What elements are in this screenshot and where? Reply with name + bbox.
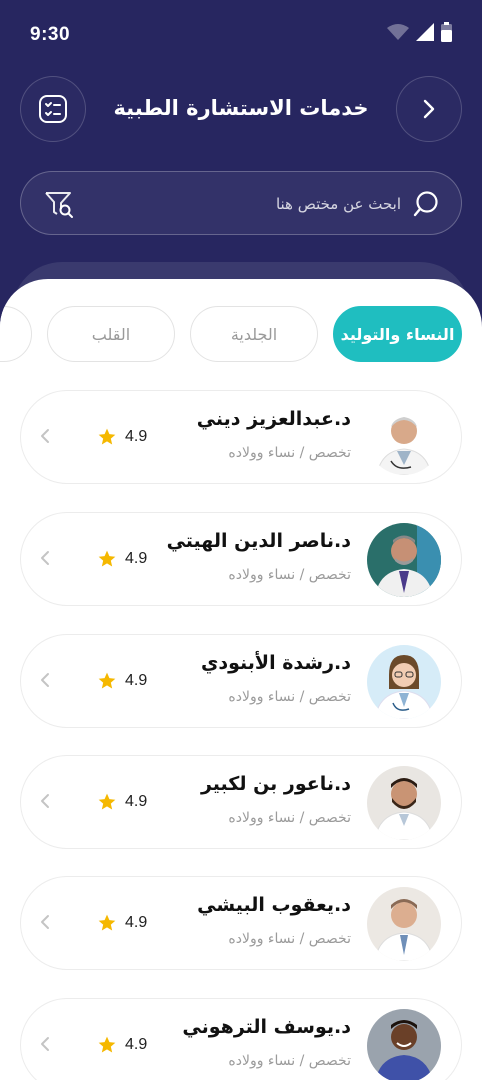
doctor-specialty: تخصص / نساء وولاده [228, 931, 351, 947]
doctor-card[interactable]: د.ناعور بن لكبير تخصص / نساء وولاده 4.9 [20, 755, 462, 849]
rating: 4.9 [97, 427, 147, 447]
chevron-right-icon [423, 99, 435, 119]
chevron-left-icon [41, 794, 49, 808]
chevron-left-icon [41, 429, 49, 443]
signal-icon [416, 23, 434, 41]
doctor-name: د.رشدة الأبنودي [200, 652, 351, 674]
doctor-specialty: تخصص / نساء وولاده [228, 445, 351, 461]
rating: 4.9 [97, 913, 147, 933]
doctor-card[interactable]: د.عبدالعزيز ديني تخصص / نساء وولاده 4.9 [20, 390, 462, 484]
doctor-card[interactable]: د.يعقوب البيشي تخصص / نساء وولاده 4.9 [20, 876, 462, 970]
rating: 4.9 [97, 549, 147, 569]
doctor-card[interactable]: د.يوسف الترهوني تخصص / نساء وولاده 4.9 [20, 998, 462, 1080]
rating-value: 4.9 [125, 672, 148, 689]
rating-value: 4.9 [125, 550, 148, 567]
doctor-specialty: تخصص / نساء وولاده [228, 689, 351, 705]
rating: 4.9 [97, 1035, 147, 1055]
checklist-icon [39, 95, 67, 123]
rating-value: 4.9 [125, 914, 148, 931]
list-button[interactable] [20, 76, 86, 142]
status-time: 9:30 [30, 24, 71, 45]
tab-cardiology[interactable]: القلب [47, 306, 175, 362]
doctor-card[interactable]: د.ناصر الدين الهيتي تخصص / نساء وولاده 4… [20, 512, 462, 606]
chevron-left-icon [41, 915, 49, 929]
doctor-card[interactable]: د.رشدة الأبنودي تخصص / نساء وولاده 4.9 [20, 634, 462, 728]
doctor-name: د.ناعور بن لكبير [200, 773, 351, 795]
doctor-name: د.يعقوب البيشي [197, 894, 351, 916]
chevron-left-icon [41, 1037, 49, 1051]
doctor-avatar [367, 401, 441, 475]
header: خدمات الاستشارة الطبية [0, 76, 482, 144]
back-button[interactable] [396, 76, 462, 142]
doctor-specialty: تخصص / نساء وولاده [228, 1053, 351, 1069]
wifi-icon [387, 24, 409, 40]
chevron-left-icon [41, 551, 49, 565]
tab-more[interactable] [0, 306, 32, 362]
battery-icon [441, 22, 452, 42]
search-input[interactable] [101, 190, 401, 218]
doctor-name: د.ناصر الدين الهيتي [166, 530, 351, 552]
page-title: خدمات الاستشارة الطبية [113, 96, 369, 120]
doctor-name: د.يوسف الترهوني [182, 1016, 351, 1038]
star-icon [98, 428, 116, 445]
doctor-avatar [367, 523, 441, 597]
rating-value: 4.9 [125, 428, 148, 445]
doctor-name: د.عبدالعزيز ديني [196, 408, 351, 430]
status-bar: 9:30 [0, 0, 482, 70]
search-bar [20, 171, 462, 235]
doctor-specialty: تخصص / نساء وولاده [228, 810, 351, 826]
doctor-specialty: تخصص / نساء وولاده [228, 567, 351, 583]
rating-value: 4.9 [125, 1036, 148, 1053]
category-tabs: النساء والتوليد الجلدية القلب [0, 306, 482, 362]
chevron-left-icon [41, 673, 49, 687]
tab-obgyn[interactable]: النساء والتوليد [333, 306, 462, 362]
doctor-avatar [367, 766, 441, 840]
star-icon [98, 550, 116, 567]
tab-dermatology[interactable]: الجلدية [190, 306, 318, 362]
star-icon [98, 914, 116, 931]
rating: 4.9 [97, 792, 147, 812]
content-sheet: النساء والتوليد الجلدية القلب د.عبدالعزي… [0, 279, 482, 1080]
doctor-avatar [367, 645, 441, 719]
status-icons [387, 22, 452, 42]
rating: 4.9 [97, 671, 147, 691]
star-icon [98, 793, 116, 810]
star-icon [98, 672, 116, 689]
doctor-avatar [367, 887, 441, 961]
doctor-avatar [367, 1009, 441, 1080]
rating-value: 4.9 [125, 793, 148, 810]
star-icon [98, 1036, 116, 1053]
search-icon[interactable] [413, 190, 441, 222]
filter-icon[interactable] [43, 188, 75, 224]
